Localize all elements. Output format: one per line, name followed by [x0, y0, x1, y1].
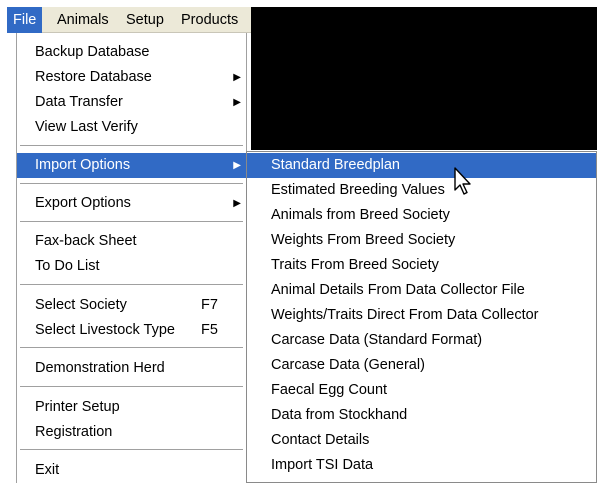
- menu-item-label: Import Options: [35, 157, 131, 173]
- submenu-item-weights-traits-direct-from-data-collector[interactable]: Weights/Traits Direct From Data Collecto…: [247, 303, 596, 328]
- menu-item-label: Demonstration Herd: [35, 360, 165, 376]
- submenu-item-animal-details-from-data-collector-file[interactable]: Animal Details From Data Collector File: [247, 278, 596, 303]
- submenu-item-traits-from-breed-society[interactable]: Traits From Breed Society: [247, 253, 596, 278]
- menu-item-to-do-list[interactable]: To Do List: [17, 254, 246, 279]
- menu-bar: File Animals Setup Products: [7, 7, 251, 33]
- menu-item-label: View Last Verify: [35, 119, 138, 135]
- menu-item-fax-back-sheet[interactable]: Fax-back Sheet: [17, 229, 246, 254]
- menu-item-label: Select Livestock Type: [35, 322, 175, 338]
- menu-item-label: Fax-back Sheet: [35, 233, 137, 249]
- submenu-arrow-icon: ▶: [233, 160, 241, 171]
- menu-separator: [20, 145, 243, 147]
- menu-separator: [20, 386, 243, 388]
- submenu-item-data-from-stockhand[interactable]: Data from Stockhand: [247, 403, 596, 428]
- submenu-item-animals-from-breed-society[interactable]: Animals from Breed Society: [247, 203, 596, 228]
- background-window: [251, 7, 597, 150]
- menu-file[interactable]: File: [7, 7, 43, 33]
- submenu-item-contact-details[interactable]: Contact Details: [247, 428, 596, 453]
- submenu-item-carcase-data-general[interactable]: Carcase Data (General): [247, 353, 596, 378]
- menu-item-label: Restore Database: [35, 69, 152, 85]
- menu-item-data-transfer[interactable]: Data Transfer ▶: [17, 90, 246, 115]
- submenu-item-carcase-data-standard-format[interactable]: Carcase Data (Standard Format): [247, 328, 596, 353]
- menu-item-restore-database[interactable]: Restore Database ▶: [17, 65, 246, 90]
- menu-item-exit[interactable]: Exit: [17, 458, 246, 483]
- menu-item-backup-database[interactable]: Backup Database: [17, 40, 246, 65]
- menu-separator: [20, 449, 243, 451]
- menu-separator: [20, 347, 243, 349]
- import-options-submenu: Standard Breedplan Estimated Breeding Va…: [246, 151, 597, 483]
- submenu-item-import-tsi-data[interactable]: Import TSI Data: [247, 453, 596, 478]
- menu-products[interactable]: Products: [175, 7, 244, 33]
- menu-item-select-society[interactable]: Select Society F7: [17, 293, 246, 318]
- submenu-arrow-icon: ▶: [233, 72, 241, 83]
- shortcut-label: F7: [201, 297, 218, 313]
- menu-separator: [20, 221, 243, 223]
- submenu-arrow-icon: ▶: [233, 97, 241, 108]
- menu-item-printer-setup[interactable]: Printer Setup: [17, 395, 246, 420]
- menu-item-label: Printer Setup: [35, 399, 120, 415]
- menu-item-export-options[interactable]: Export Options ▶: [17, 191, 246, 216]
- menu-item-view-last-verify[interactable]: View Last Verify: [17, 115, 246, 140]
- submenu-item-estimated-breeding-values[interactable]: Estimated Breeding Values: [247, 178, 596, 203]
- submenu-item-faecal-egg-count[interactable]: Faecal Egg Count: [247, 378, 596, 403]
- menu-animals[interactable]: Animals: [51, 7, 115, 33]
- shortcut-label: F5: [201, 322, 218, 338]
- menu-separator: [20, 284, 243, 286]
- menu-item-label: Exit: [35, 462, 60, 478]
- menu-item-label: Registration: [35, 424, 113, 440]
- submenu-item-standard-breedplan[interactable]: Standard Breedplan: [247, 153, 596, 178]
- menu-separator: [20, 183, 243, 185]
- menu-item-label: Export Options: [35, 195, 131, 211]
- menu-item-label: To Do List: [35, 258, 100, 274]
- file-menu: Backup Database Restore Database ▶ Data …: [16, 33, 247, 483]
- menu-item-label: Select Society: [35, 297, 127, 313]
- submenu-arrow-icon: ▶: [233, 198, 241, 209]
- menu-item-demonstration-herd[interactable]: Demonstration Herd: [17, 356, 246, 381]
- mouse-pointer-icon: [454, 167, 471, 195]
- menu-setup[interactable]: Setup: [120, 7, 170, 33]
- menu-item-label: Backup Database: [35, 44, 150, 60]
- menu-item-select-livestock-type[interactable]: Select Livestock Type F5: [17, 318, 246, 343]
- submenu-item-weights-from-breed-society[interactable]: Weights From Breed Society: [247, 228, 596, 253]
- menu-item-registration[interactable]: Registration: [17, 420, 246, 445]
- menu-item-import-options[interactable]: Import Options ▶: [17, 153, 246, 178]
- menu-item-label: Data Transfer: [35, 94, 123, 110]
